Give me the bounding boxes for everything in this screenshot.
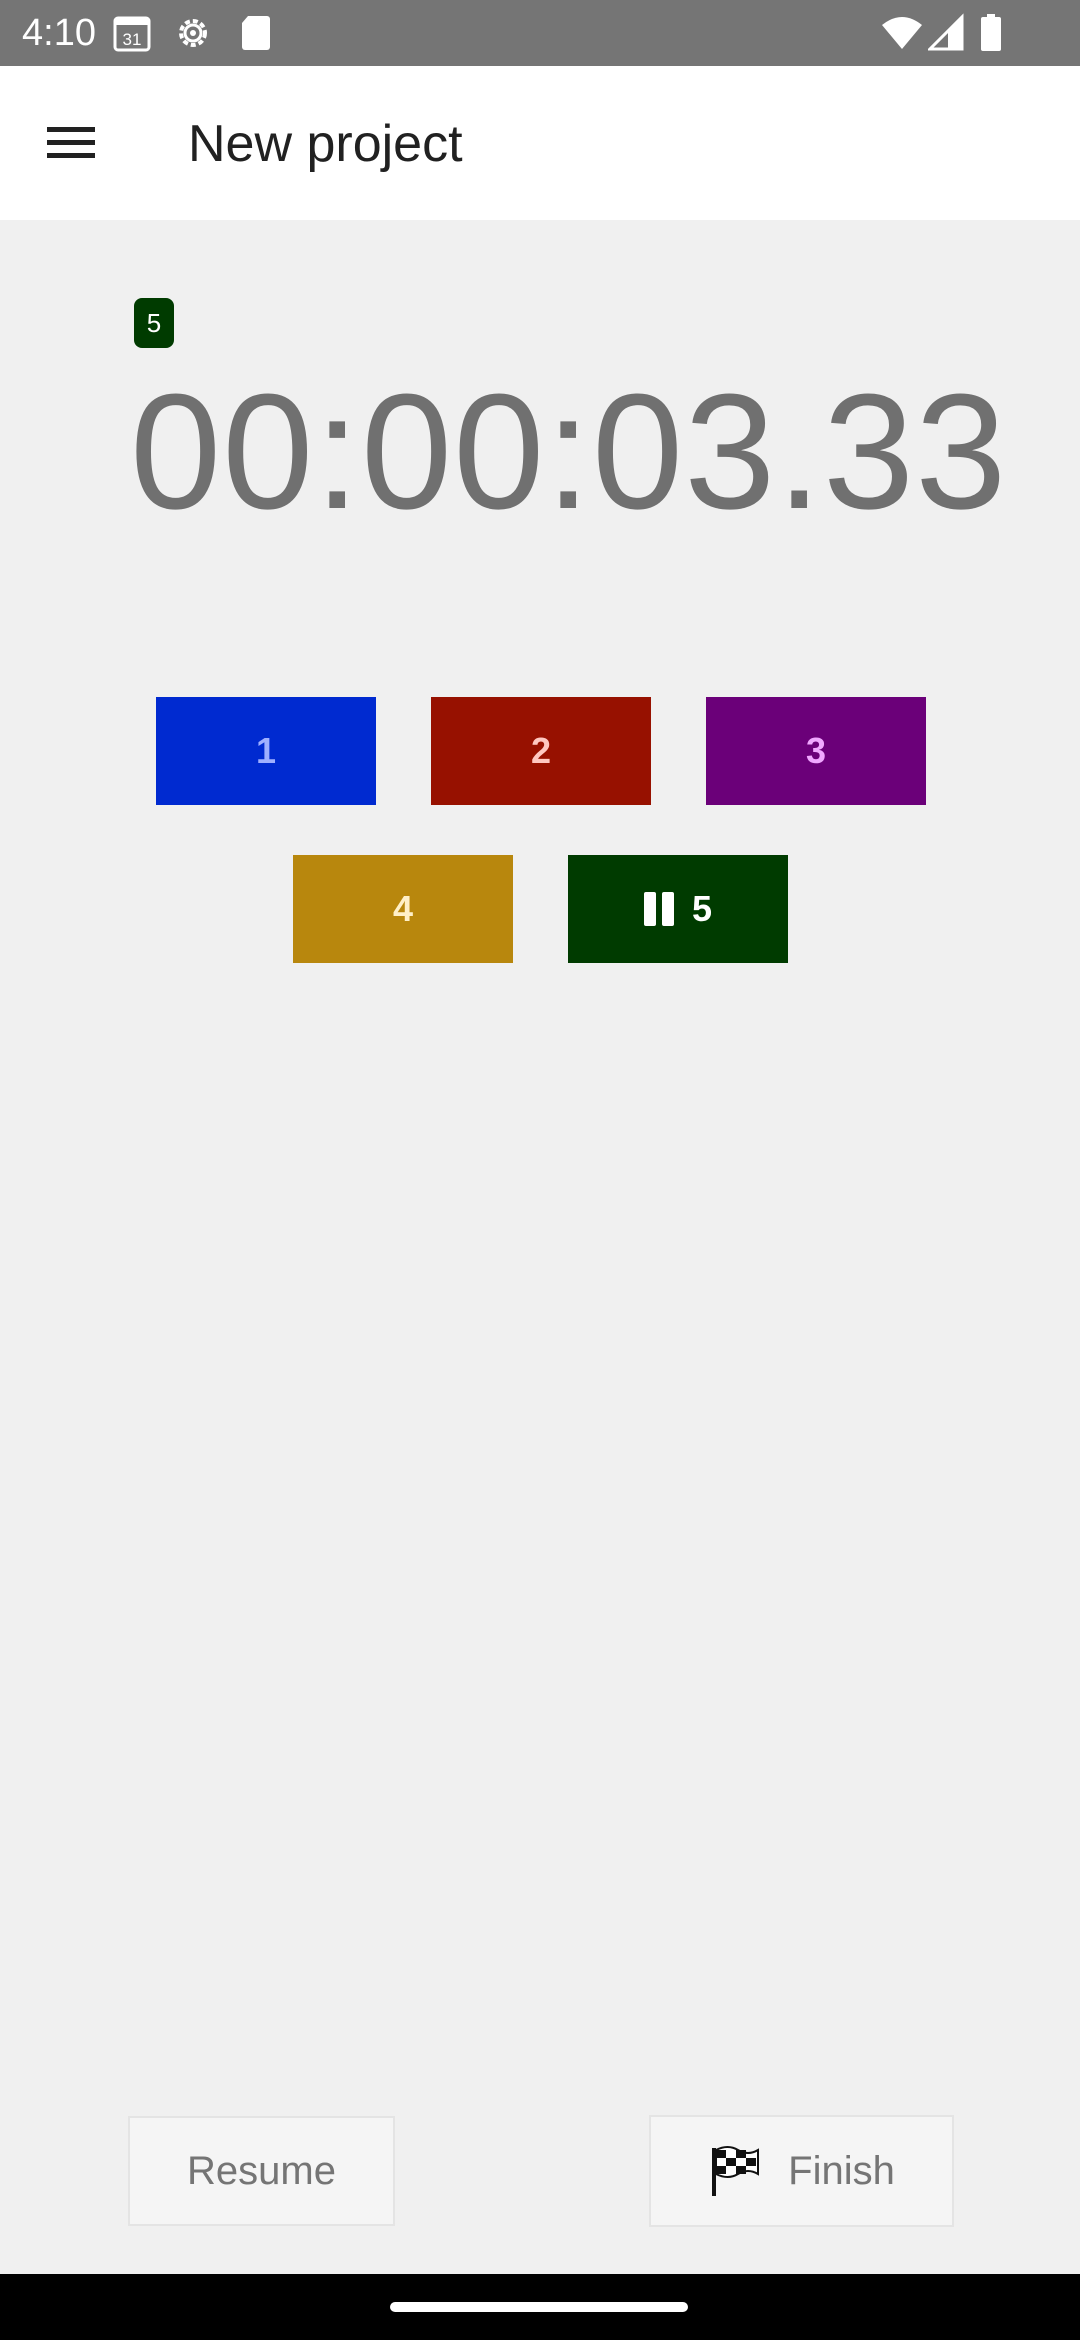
finish-button[interactable]: Finish xyxy=(649,2115,954,2227)
counter-label: 3 xyxy=(805,730,827,771)
counter-button-4[interactable]: 4 xyxy=(293,855,513,963)
resume-button[interactable]: Resume xyxy=(128,2116,395,2226)
finish-label: Finish xyxy=(788,2148,895,2193)
checkered-flag-icon xyxy=(708,2144,762,2198)
calendar-icon: 31 xyxy=(112,13,154,58)
home-indicator[interactable] xyxy=(390,2302,688,2312)
sd-card-icon xyxy=(238,13,272,58)
counter-button-3[interactable]: 3 xyxy=(706,697,926,805)
app-bar: New project xyxy=(0,66,1080,220)
active-counter-badge: 5 xyxy=(134,298,174,348)
counter-button-5[interactable]: 5 xyxy=(568,855,788,963)
calendar-day: 31 xyxy=(123,30,142,49)
counter-label: 5 xyxy=(691,888,713,929)
signal-icon xyxy=(926,13,966,58)
battery-icon xyxy=(978,13,1004,58)
counter-label: 1 xyxy=(255,730,277,771)
hamburger-menu-icon[interactable] xyxy=(34,106,108,180)
status-time: 4:10 xyxy=(22,12,96,54)
status-bar: 4:10 31 xyxy=(0,0,1080,66)
counter-button-2[interactable]: 2 xyxy=(431,697,651,805)
settings-icon xyxy=(172,13,214,58)
counter-button-1[interactable]: 1 xyxy=(156,697,376,805)
wifi-icon xyxy=(880,13,924,58)
system-nav-bar xyxy=(0,2274,1080,2340)
resume-label: Resume xyxy=(187,2148,336,2193)
counter-label: 4 xyxy=(392,888,414,929)
timer-display: 00:00:03.33 xyxy=(130,360,1008,543)
page-title: New project xyxy=(188,115,463,173)
pause-icon xyxy=(643,892,674,926)
counter-label: 2 xyxy=(530,730,552,771)
